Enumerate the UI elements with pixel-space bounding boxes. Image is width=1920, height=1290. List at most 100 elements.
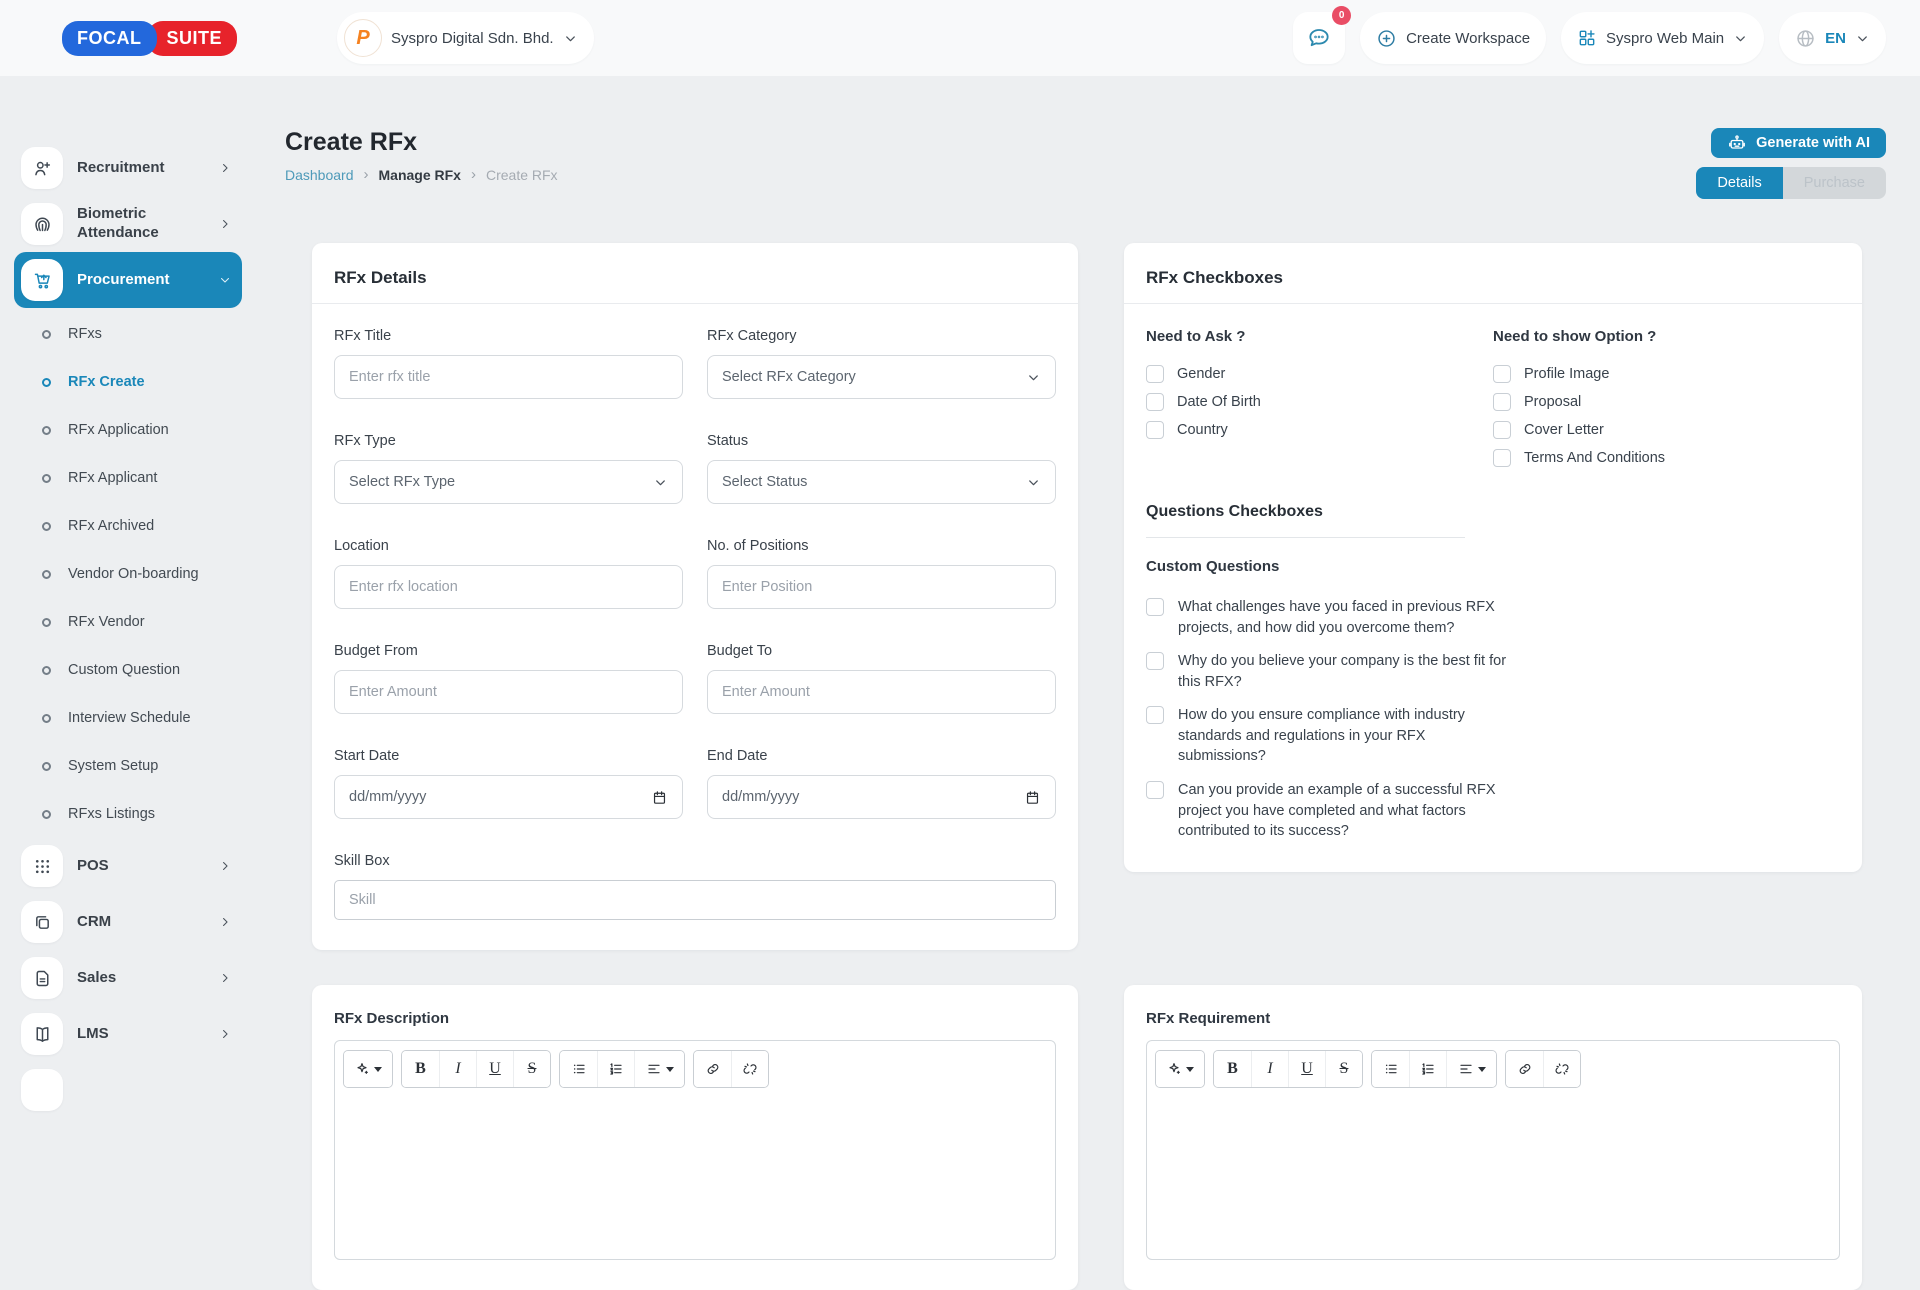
submenu-item[interactable]: RFx Application xyxy=(14,406,242,454)
create-workspace-button[interactable]: Create Workspace xyxy=(1360,12,1546,64)
page-title: Create RFx xyxy=(285,128,558,157)
checkbox[interactable] xyxy=(1146,365,1164,383)
link-icon xyxy=(1517,1061,1533,1077)
checkbox-row[interactable]: Proposal xyxy=(1493,393,1840,411)
sidebar-item-sales[interactable]: Sales xyxy=(14,950,242,1006)
description-editor[interactable]: B I U S xyxy=(334,1040,1056,1260)
language-selector[interactable]: EN xyxy=(1779,12,1886,64)
submenu-item[interactable]: Interview Schedule xyxy=(14,694,242,742)
bold-button[interactable]: B xyxy=(1214,1051,1251,1087)
location-input[interactable] xyxy=(334,565,683,609)
budget-from-input[interactable] xyxy=(334,670,683,714)
checkbox-row[interactable]: Country xyxy=(1146,421,1493,439)
submenu-item[interactable]: Vendor On-boarding xyxy=(14,550,242,598)
link-button[interactable] xyxy=(1506,1051,1543,1087)
ordered-list-button[interactable] xyxy=(597,1051,634,1087)
align-button[interactable] xyxy=(1446,1051,1496,1087)
rfx-category-select[interactable]: Select RFx Category xyxy=(707,355,1056,399)
submenu-item[interactable]: RFx Create xyxy=(14,358,242,406)
checkbox-row[interactable]: Terms And Conditions xyxy=(1493,449,1840,467)
submenu-item[interactable]: RFx Vendor xyxy=(14,598,242,646)
breadcrumb-dashboard[interactable]: Dashboard xyxy=(285,167,354,183)
custom-question-row[interactable]: What challenges have you faced in previo… xyxy=(1146,597,1508,638)
logo-focal: FOCAL xyxy=(62,21,157,56)
sidebar-item-label: CRM xyxy=(77,913,204,932)
submenu-item-label: Vendor On-boarding xyxy=(68,566,199,582)
bullet-icon xyxy=(42,666,51,675)
checkbox[interactable] xyxy=(1146,598,1164,616)
checkbox[interactable] xyxy=(1493,365,1511,383)
company-selector[interactable]: P Syspro Digital Sdn. Bhd. xyxy=(337,12,594,64)
status-select[interactable]: Select Status xyxy=(707,460,1056,504)
sidebar-item-procurement[interactable]: Procurement xyxy=(14,252,242,308)
checkbox-row[interactable]: Profile Image xyxy=(1493,365,1840,383)
custom-question-row[interactable]: How do you ensure compliance with indust… xyxy=(1146,705,1508,767)
tab[interactable]: Details xyxy=(1696,167,1782,199)
breadcrumb: Dashboard › Manage RFx › Create RFx xyxy=(285,166,558,183)
sidebar-item-pos[interactable]: POS xyxy=(14,838,242,894)
strikethrough-button[interactable]: S xyxy=(1325,1051,1362,1087)
sidebar-item-crm[interactable]: CRM xyxy=(14,894,242,950)
bullet-list-button[interactable] xyxy=(560,1051,597,1087)
start-date-input[interactable]: dd/mm/yyyy xyxy=(334,775,683,819)
sidebar: Recruitment Biometric Attendance Procure… xyxy=(0,76,256,1080)
field-label: RFx Category xyxy=(707,328,1056,344)
checkbox[interactable] xyxy=(1493,449,1511,467)
unlink-icon xyxy=(742,1061,758,1077)
link-button[interactable] xyxy=(694,1051,731,1087)
end-date-input[interactable]: dd/mm/yyyy xyxy=(707,775,1056,819)
submenu-item[interactable]: RFx Archived xyxy=(14,502,242,550)
sidebar-item-biometric-attendance[interactable]: Biometric Attendance xyxy=(14,196,242,252)
checkbox[interactable] xyxy=(1146,393,1164,411)
checkbox[interactable] xyxy=(1146,706,1164,724)
breadcrumb-manage-rfx[interactable]: Manage RFx xyxy=(379,167,461,183)
workspace-name: Syspro Web Main xyxy=(1606,30,1724,47)
rfx-type-select[interactable]: Select RFx Type xyxy=(334,460,683,504)
unlink-button[interactable] xyxy=(731,1051,768,1087)
bullet-list-button[interactable] xyxy=(1372,1051,1409,1087)
rfx-title-input[interactable] xyxy=(334,355,683,399)
sidebar-item-lms[interactable]: LMS xyxy=(14,1006,242,1062)
unlink-button[interactable] xyxy=(1543,1051,1580,1087)
checkbox-row[interactable]: Date Of Birth xyxy=(1146,393,1493,411)
submenu-item[interactable]: RFxs Listings xyxy=(14,790,242,838)
submenu-item[interactable]: Custom Question xyxy=(14,646,242,694)
requirement-editor[interactable]: B I U S xyxy=(1146,1040,1840,1260)
sidebar-item-recruitment[interactable]: Recruitment xyxy=(14,140,242,196)
positions-input[interactable] xyxy=(707,565,1056,609)
checkbox[interactable] xyxy=(1493,421,1511,439)
checkbox[interactable] xyxy=(1146,781,1164,799)
italic-button[interactable]: I xyxy=(439,1051,476,1087)
bold-button[interactable]: B xyxy=(402,1051,439,1087)
ordered-list-button[interactable] xyxy=(1409,1051,1446,1087)
submenu-item[interactable]: RFx Applicant xyxy=(14,454,242,502)
generate-with-ai-button[interactable]: Generate with AI xyxy=(1711,128,1886,158)
main-content: Create RFx Dashboard › Manage RFx › Crea… xyxy=(256,76,1920,1080)
underline-button[interactable]: U xyxy=(1288,1051,1325,1087)
strikethrough-button[interactable]: S xyxy=(513,1051,550,1087)
align-button[interactable] xyxy=(634,1051,684,1087)
ai-magic-button[interactable] xyxy=(344,1051,392,1087)
sparkle-icon xyxy=(1166,1061,1182,1077)
submenu-item-label: System Setup xyxy=(68,758,158,774)
chat-button[interactable]: 0 xyxy=(1293,12,1345,64)
italic-button[interactable]: I xyxy=(1251,1051,1288,1087)
sidebar-item-partial[interactable] xyxy=(14,1062,242,1118)
checkbox-row[interactable]: Cover Letter xyxy=(1493,421,1840,439)
tab[interactable]: Purchase xyxy=(1783,167,1886,199)
submenu-item[interactable]: RFxs xyxy=(14,310,242,358)
app-logo[interactable]: FOCAL SUITE xyxy=(62,21,237,56)
checkbox[interactable] xyxy=(1146,652,1164,670)
custom-question-row[interactable]: Why do you believe your company is the b… xyxy=(1146,651,1508,692)
skill-input[interactable] xyxy=(334,880,1056,920)
book-icon xyxy=(21,1013,63,1055)
ai-magic-button[interactable] xyxy=(1156,1051,1204,1087)
underline-button[interactable]: U xyxy=(476,1051,513,1087)
submenu-item[interactable]: System Setup xyxy=(14,742,242,790)
checkbox[interactable] xyxy=(1493,393,1511,411)
budget-to-input[interactable] xyxy=(707,670,1056,714)
custom-question-row[interactable]: Can you provide an example of a successf… xyxy=(1146,780,1508,842)
checkbox[interactable] xyxy=(1146,421,1164,439)
checkbox-row[interactable]: Gender xyxy=(1146,365,1493,383)
workspace-selector[interactable]: Syspro Web Main xyxy=(1561,12,1764,64)
